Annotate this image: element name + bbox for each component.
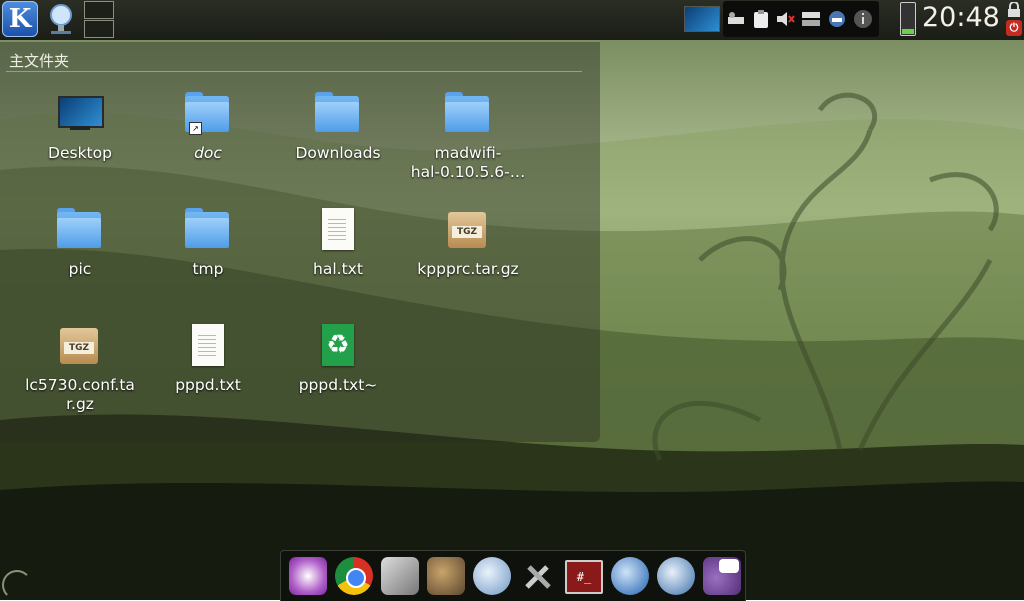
plasma-toolbox-icon[interactable] bbox=[2, 570, 32, 600]
tgz-archive-icon: TGZ bbox=[56, 322, 104, 370]
pidgin-icon[interactable] bbox=[703, 557, 741, 595]
folder-icon bbox=[56, 206, 104, 254]
backup-file-icon: ♻ bbox=[314, 322, 362, 370]
item-label: pppd.txt bbox=[175, 376, 241, 394]
top-panel: K 20:48 ⏻ bbox=[0, 0, 1024, 40]
volume-muted-icon[interactable] bbox=[775, 9, 795, 29]
video-editor-icon[interactable] bbox=[381, 557, 419, 595]
thunderbird-icon[interactable] bbox=[473, 557, 511, 595]
kde-menu-icon[interactable] bbox=[289, 557, 327, 595]
lock-screen-icon[interactable] bbox=[1006, 1, 1022, 18]
info-icon[interactable] bbox=[853, 9, 873, 29]
folder-icon bbox=[444, 90, 492, 138]
item-label: tmp bbox=[192, 260, 224, 278]
item-label: pppd.txt~ bbox=[298, 376, 378, 394]
item-label: Downloads bbox=[295, 144, 381, 162]
folder-link-icon: ↗ bbox=[184, 90, 232, 138]
item-label: kppprc.tar.gz bbox=[417, 260, 519, 278]
tgz-archive-icon: TGZ bbox=[444, 206, 492, 254]
clipboard-icon[interactable] bbox=[751, 9, 771, 29]
display-icon[interactable] bbox=[801, 9, 821, 29]
network-manager-icon[interactable] bbox=[44, 2, 78, 36]
network-globe-icon[interactable] bbox=[611, 557, 649, 595]
system-tray bbox=[723, 1, 879, 37]
folder-icon bbox=[184, 206, 232, 254]
system-settings-icon[interactable] bbox=[519, 557, 557, 595]
network-monitor-icon[interactable] bbox=[657, 557, 695, 595]
kde-application-launcher-button[interactable]: K bbox=[2, 1, 38, 37]
monitor-icon[interactable] bbox=[684, 6, 720, 32]
application-dock: #_ bbox=[280, 550, 746, 601]
item-label: lc5730.conf.ta r.gz bbox=[25, 376, 135, 413]
folder-view-widget: 主文件夹 Desktop ↗ doc Downloads madwifi- ha… bbox=[0, 42, 600, 442]
folder-view-title: 主文件夹 bbox=[9, 52, 70, 70]
desktop-icon bbox=[56, 90, 104, 138]
device-notifier-icon[interactable] bbox=[827, 9, 847, 29]
folder-view-separator bbox=[6, 71, 582, 72]
item-label: doc bbox=[194, 144, 222, 162]
power-icon[interactable]: ⏻ bbox=[1006, 20, 1022, 36]
chrome-icon[interactable] bbox=[335, 557, 373, 595]
virtual-desktop-pager[interactable] bbox=[84, 1, 114, 38]
item-label: madwifi- hal-0.10.5.6-… bbox=[410, 144, 526, 181]
item-label: hal.txt bbox=[313, 260, 363, 278]
item-label: pic bbox=[68, 260, 92, 278]
item-label: Desktop bbox=[48, 144, 112, 162]
clock[interactable]: 20:48 bbox=[922, 2, 1000, 33]
pager-desktop-1[interactable] bbox=[84, 1, 114, 19]
folder-icon bbox=[314, 90, 362, 138]
text-file-icon bbox=[314, 206, 362, 254]
gimp-icon[interactable] bbox=[427, 557, 465, 595]
terminal-icon[interactable]: #_ bbox=[565, 560, 603, 594]
battery-icon[interactable] bbox=[900, 2, 916, 36]
network-icon[interactable] bbox=[727, 9, 747, 29]
pager-desktop-2[interactable] bbox=[84, 20, 114, 38]
text-file-icon bbox=[184, 322, 232, 370]
